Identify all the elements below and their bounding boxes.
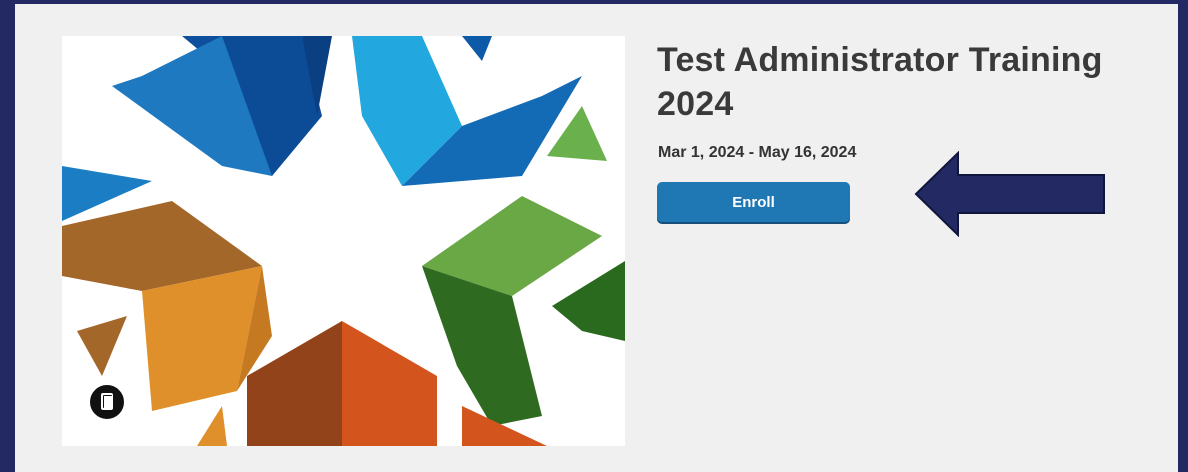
enroll-button[interactable]: Enroll [657,182,850,222]
star-logo-icon [62,36,625,446]
course-title: Test Administrator Training 2024 [657,41,1103,123]
course-thumbnail[interactable] [62,36,625,446]
left-arrow-icon [914,150,1110,242]
book-icon [88,383,126,421]
course-date-range: Mar 1, 2024 - May 16, 2024 [658,144,857,161]
